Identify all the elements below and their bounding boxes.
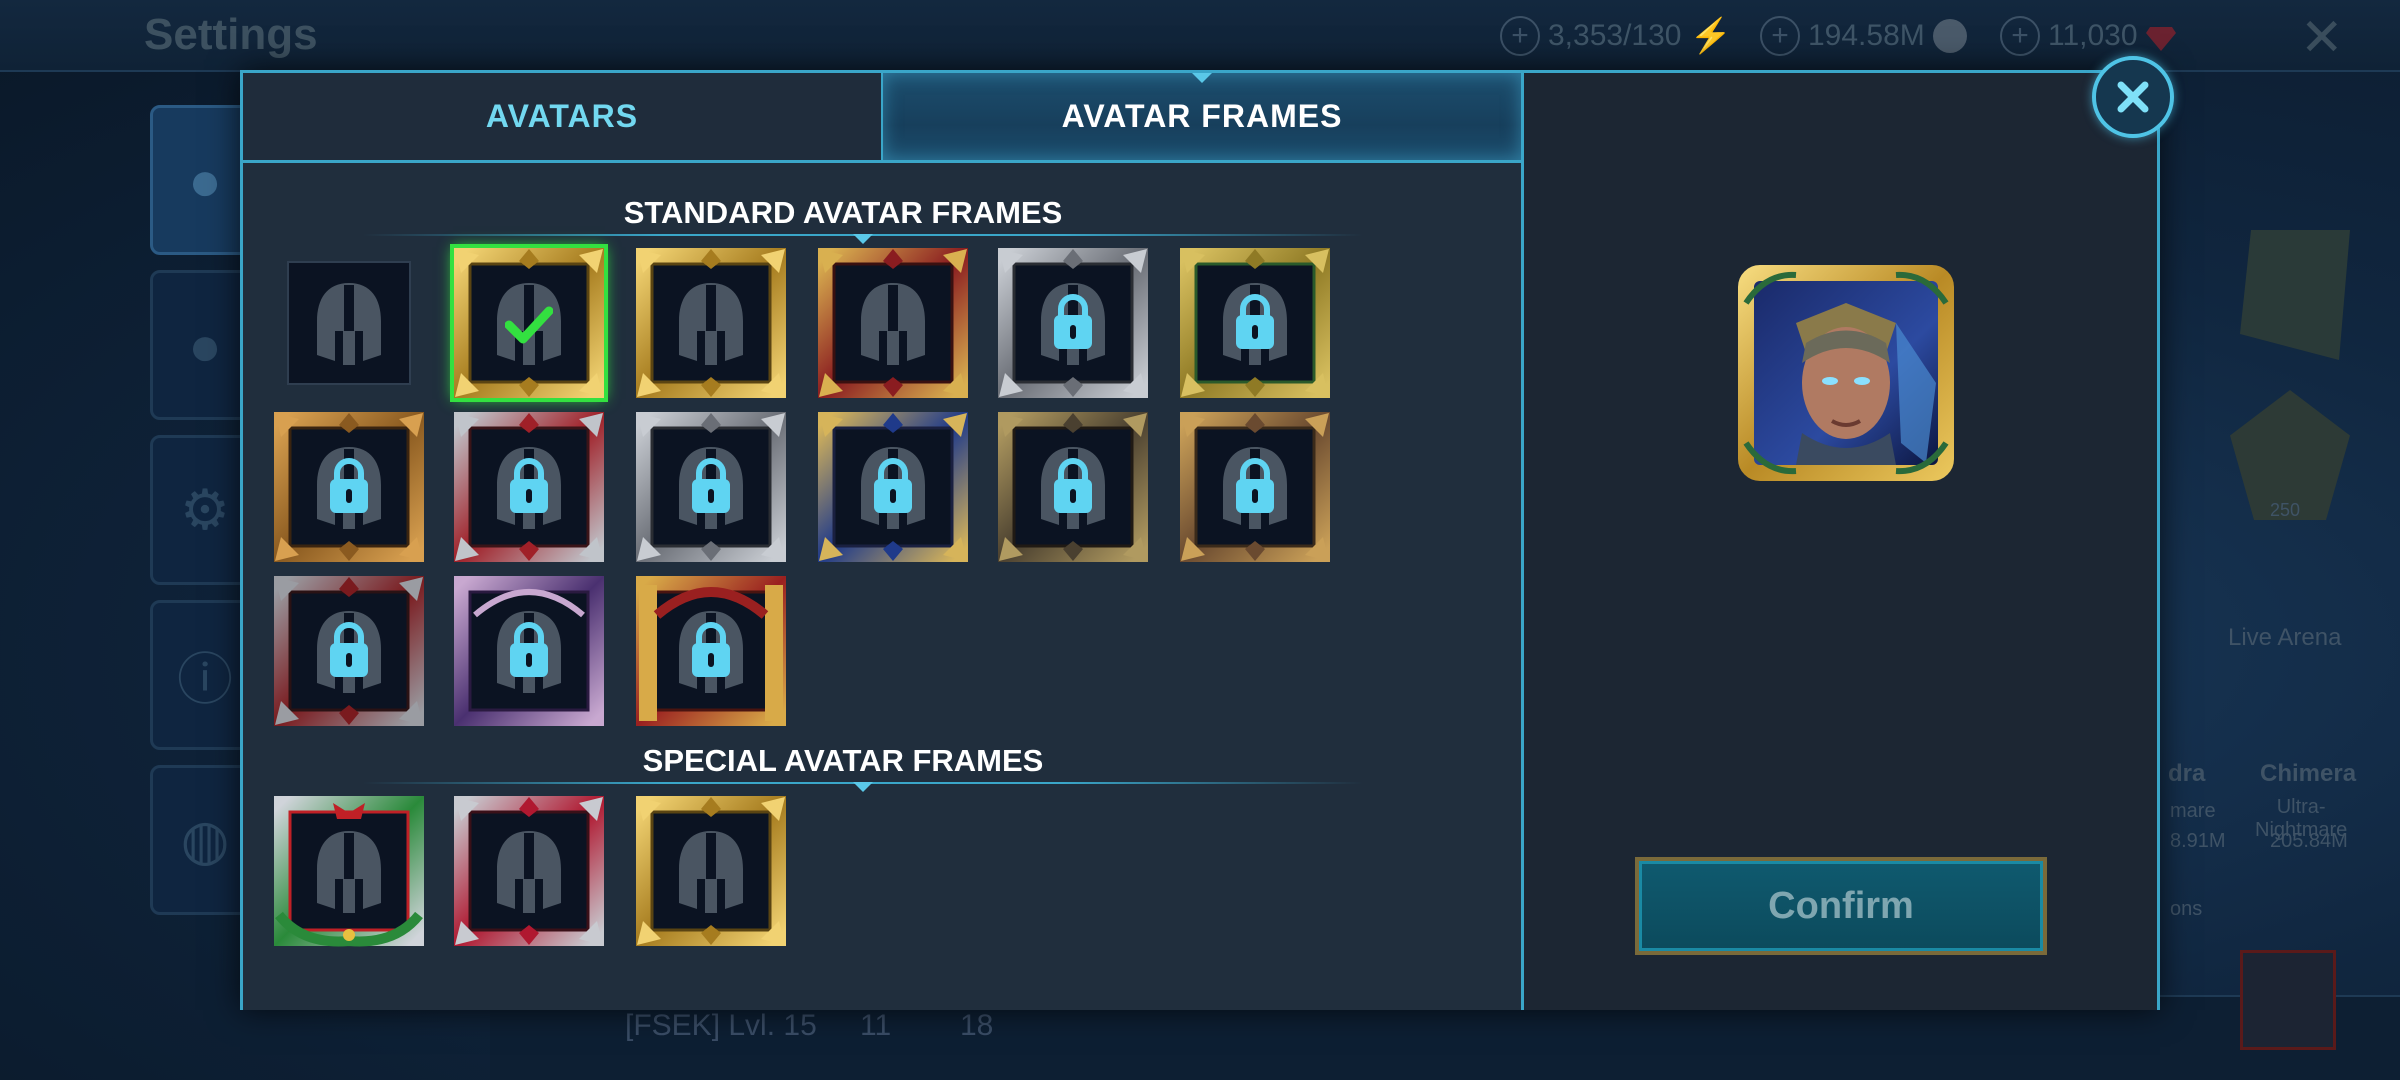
standard-frame-7[interactable] [273,411,425,563]
close-settings-icon[interactable]: ✕ [2300,8,2344,68]
info-icon: ⓘ [177,647,233,711]
checkmark-icon [505,306,553,344]
add-energy-button[interactable]: + [1500,16,1540,56]
lock-icon [330,458,368,513]
avatar-frames-dialog: AVATARS AVATAR FRAMES STANDARD AVATAR FR… [240,70,2160,1010]
energy-resource: + 3,353/130 ⚡ [1500,14,1732,58]
standard-frame-9[interactable] [635,411,787,563]
energy-icon: ⚡ [1689,17,1732,55]
helmet-icon [679,831,743,913]
lock-icon [1236,458,1274,513]
lock-icon [692,458,730,513]
lock-icon [1236,294,1274,349]
standard-frame-1[interactable] [273,247,425,399]
tab-avatar-frames[interactable]: AVATAR FRAMES [883,73,1521,163]
add-silver-button[interactable]: + [1760,16,1800,56]
section-divider [363,234,1363,244]
trophy-count-2: 18 [960,1009,994,1042]
user-icon: ● [188,148,222,212]
tab-avatars[interactable]: AVATARS [243,73,883,163]
standard-frame-2[interactable] [450,244,608,402]
silver-resource: + 194.58M [1760,14,1967,58]
lock-icon [1054,458,1092,513]
avatar-preview [1736,263,1956,483]
user-icon: ● [188,313,222,377]
standard-frame-5[interactable] [997,247,1149,399]
confirm-button[interactable]: Confirm [1635,857,2047,955]
standard-frame-15[interactable] [635,575,787,727]
lock-icon [692,622,730,677]
standard-frame-14[interactable] [453,575,605,727]
champion-portrait [1738,265,1954,481]
lock-icon [1054,294,1092,349]
clan-emblem [2240,230,2350,360]
gem-resource: + 11,030 [2000,14,2176,58]
silver-icon [1932,19,1967,53]
standard-frame-12[interactable] [1179,411,1331,563]
helmet-icon [317,283,381,365]
champion-thumbnail [2240,950,2336,1050]
lock-icon [510,622,548,677]
special-frame-2[interactable] [453,795,605,947]
helmet-icon [679,283,743,365]
gem-icon [2145,27,2176,51]
lock-icon [330,622,368,677]
standard-frames-heading: STANDARD AVATAR FRAMES [623,195,1063,230]
close-icon [2117,81,2149,113]
special-frame-1[interactable] [273,795,425,947]
add-gems-button[interactable]: + [2000,16,2040,56]
special-frame-3[interactable] [635,795,787,947]
globe-icon: ◍ [180,808,230,871]
section-divider [363,782,1363,792]
standard-frame-13[interactable] [273,575,425,727]
standard-frame-8[interactable] [453,411,605,563]
close-dialog-button[interactable] [2092,56,2174,138]
lock-icon [510,458,548,513]
lock-icon [874,458,912,513]
dialog-tabs: AVATARS AVATAR FRAMES [243,73,1521,163]
special-frames-heading: SPECIAL AVATAR FRAMES [642,743,1044,778]
standard-frame-11[interactable] [997,411,1149,563]
standard-frame-10[interactable] [817,411,969,563]
page-title: Settings [144,10,318,59]
standard-frame-6[interactable] [1179,247,1331,399]
profile-right-panel: 250 Live Arena dra Chimera mare Ultra- N… [2160,140,2400,1020]
standard-frame-3[interactable] [635,247,787,399]
pane-divider [1521,73,1524,1010]
helmet-icon [497,831,561,913]
helmet-icon [317,831,381,913]
helmet-icon [861,283,925,365]
trophy-count-1: 11 [860,1009,892,1042]
standard-frame-4[interactable] [817,247,969,399]
gear-icon: ⚙ [179,478,231,541]
